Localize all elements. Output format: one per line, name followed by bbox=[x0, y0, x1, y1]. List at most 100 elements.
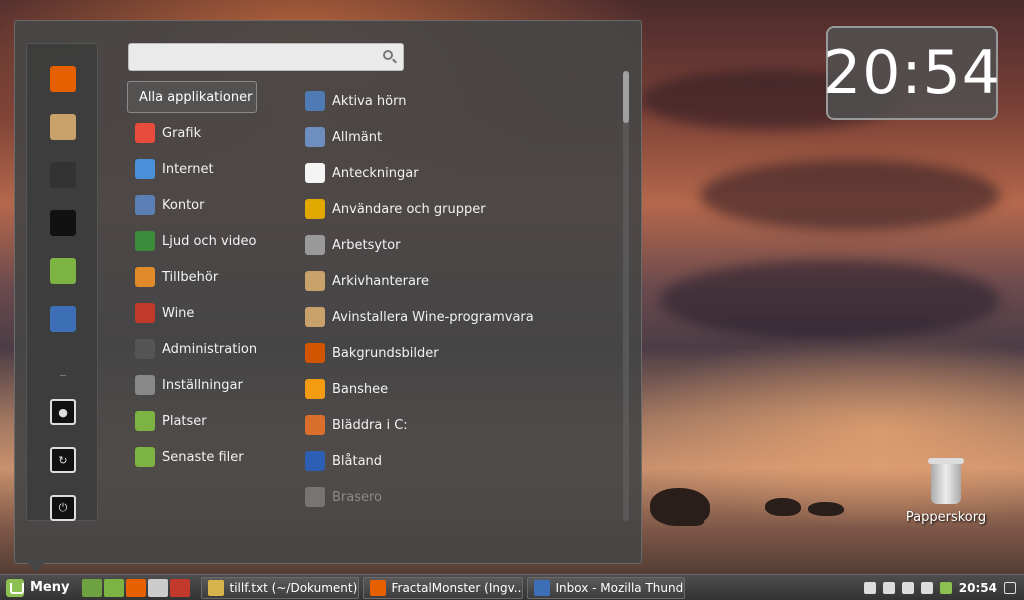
app-label: Arkivhanterare bbox=[332, 273, 429, 289]
app-item[interactable]: Brasero bbox=[303, 479, 613, 515]
search-box[interactable] bbox=[128, 43, 404, 71]
category-item[interactable]: Ljud och video bbox=[127, 223, 297, 259]
rock bbox=[680, 516, 704, 526]
favorite-thunderbird[interactable] bbox=[50, 306, 76, 332]
app-item[interactable]: Användare och grupper bbox=[303, 191, 613, 227]
rock bbox=[808, 502, 844, 516]
favorite-firefox[interactable] bbox=[50, 66, 76, 92]
scrollbar-thumb[interactable] bbox=[623, 71, 629, 123]
category-item[interactable]: Inställningar bbox=[127, 367, 297, 403]
app-item[interactable]: Banshee bbox=[303, 371, 613, 407]
category-item[interactable]: Wine bbox=[127, 295, 297, 331]
workspace-icon[interactable] bbox=[1004, 582, 1016, 594]
app-label: Användare och grupper bbox=[332, 201, 486, 217]
menu-button[interactable]: Meny bbox=[0, 575, 75, 600]
user-icon[interactable] bbox=[863, 582, 876, 594]
app-label: Aktiva hörn bbox=[332, 93, 407, 109]
app-label: Banshee bbox=[332, 381, 389, 397]
taskbar-clock[interactable]: 20:54 bbox=[959, 581, 997, 595]
window-button[interactable]: tillf.txt (~/Dokument) ... bbox=[201, 576, 360, 599]
accessories-icon bbox=[135, 267, 155, 287]
app-item[interactable]: Blåtand bbox=[303, 443, 613, 479]
app-list-scrollbar[interactable] bbox=[623, 71, 629, 521]
app-item[interactable]: Aktiva hörn bbox=[303, 83, 613, 119]
places-icon bbox=[135, 411, 155, 431]
app-label: Bläddra i C: bbox=[332, 417, 408, 433]
category-item[interactable]: Senaste filer bbox=[127, 439, 297, 475]
category-label: Wine bbox=[162, 305, 195, 321]
window-button-label: tillf.txt (~/Dokument) ... bbox=[229, 580, 360, 595]
window-button[interactable]: Inbox - Mozilla Thund... bbox=[527, 576, 686, 599]
power-button[interactable]: ⏻ bbox=[50, 495, 76, 521]
search-icon bbox=[383, 50, 393, 60]
recent-files-icon bbox=[135, 447, 155, 467]
category-label: Platser bbox=[162, 413, 207, 429]
app-item[interactable]: Bläddra i C: bbox=[303, 407, 613, 443]
update-shield-icon[interactable] bbox=[939, 582, 952, 594]
backgrounds-icon bbox=[305, 343, 325, 363]
clock-time: 20:54 bbox=[823, 38, 1001, 108]
system-tray: 20:54 bbox=[863, 575, 1016, 600]
office-icon bbox=[135, 195, 155, 215]
calculator-icon[interactable] bbox=[148, 578, 169, 597]
app-label: Anteckningar bbox=[332, 165, 419, 181]
app-label: Arbetsytor bbox=[332, 237, 401, 253]
brasero-icon bbox=[305, 487, 325, 507]
trash-label: Papperskorg bbox=[905, 510, 987, 525]
app-label: Avinstallera Wine-programvara bbox=[332, 309, 534, 325]
wine-icon[interactable] bbox=[170, 578, 191, 597]
users-icon bbox=[305, 199, 325, 219]
cloud bbox=[660, 260, 1000, 340]
logout-button[interactable]: ↻ bbox=[50, 447, 76, 473]
app-item[interactable]: Arbetsytor bbox=[303, 227, 613, 263]
app-item[interactable]: Arkivhanterare bbox=[303, 263, 613, 299]
category-all-applications[interactable]: Alla applikationer bbox=[127, 81, 257, 113]
window-button[interactable]: FractalMonster (Ingv... bbox=[363, 576, 524, 599]
favorite-system-settings[interactable] bbox=[50, 162, 76, 188]
volume-icon[interactable] bbox=[901, 582, 914, 594]
window-button-label: FractalMonster (Ingv... bbox=[391, 580, 524, 595]
clock-desklet: 20:54 bbox=[823, 26, 1001, 120]
lock-screen-button[interactable]: ● bbox=[50, 399, 76, 425]
app-label: Blåtand bbox=[332, 453, 383, 469]
workspaces-icon bbox=[305, 235, 325, 255]
battery-icon[interactable] bbox=[920, 582, 933, 594]
trash-desktop-icon[interactable]: Papperskorg bbox=[900, 458, 992, 525]
app-label: Bakgrundsbilder bbox=[332, 345, 439, 361]
app-item[interactable]: Bakgrundsbilder bbox=[303, 335, 613, 371]
category-label: Kontor bbox=[162, 197, 205, 213]
network-icon[interactable] bbox=[882, 582, 895, 594]
favorite-folder[interactable] bbox=[50, 258, 76, 284]
hot-corners-icon bbox=[305, 91, 325, 111]
category-item[interactable]: Tillbehör bbox=[127, 259, 297, 295]
favorite-terminal[interactable] bbox=[50, 210, 76, 236]
favorite-archive-manager[interactable] bbox=[50, 114, 76, 140]
window-list: tillf.txt (~/Dokument) ... FractalMonster… bbox=[197, 576, 686, 599]
category-item[interactable]: Kontor bbox=[127, 187, 297, 223]
category-item[interactable]: Administration bbox=[127, 331, 297, 367]
app-label: Allmänt bbox=[332, 129, 383, 145]
logout-icon: ↻ bbox=[58, 453, 68, 467]
firefox-icon[interactable] bbox=[126, 578, 147, 597]
search-input[interactable] bbox=[135, 45, 375, 69]
favorites-sidebar: ● ↻ ⏻ bbox=[26, 43, 98, 521]
app-item[interactable]: Allmänt bbox=[303, 119, 613, 155]
mint-logo-icon bbox=[6, 578, 24, 597]
files-icon[interactable] bbox=[104, 578, 125, 597]
application-list: Aktiva hörn Allmänt Anteckningar Användare … bbox=[303, 83, 613, 515]
category-label: Inställningar bbox=[162, 377, 243, 393]
category-item[interactable]: Internet bbox=[127, 151, 297, 187]
uninstall-wine-icon bbox=[305, 307, 325, 327]
show-desktop-icon[interactable] bbox=[82, 578, 103, 597]
bluetooth-icon bbox=[305, 451, 325, 471]
category-item[interactable]: Platser bbox=[127, 403, 297, 439]
general-icon bbox=[305, 127, 325, 147]
app-label: Brasero bbox=[332, 489, 383, 505]
app-item[interactable]: Anteckningar bbox=[303, 155, 613, 191]
favorites-separator bbox=[60, 375, 66, 376]
category-item[interactable]: Grafik bbox=[127, 115, 297, 151]
firefox-icon bbox=[370, 579, 387, 596]
menu-pointer bbox=[28, 563, 44, 573]
graphics-icon bbox=[135, 123, 155, 143]
app-item[interactable]: Avinstallera Wine-programvara bbox=[303, 299, 613, 335]
